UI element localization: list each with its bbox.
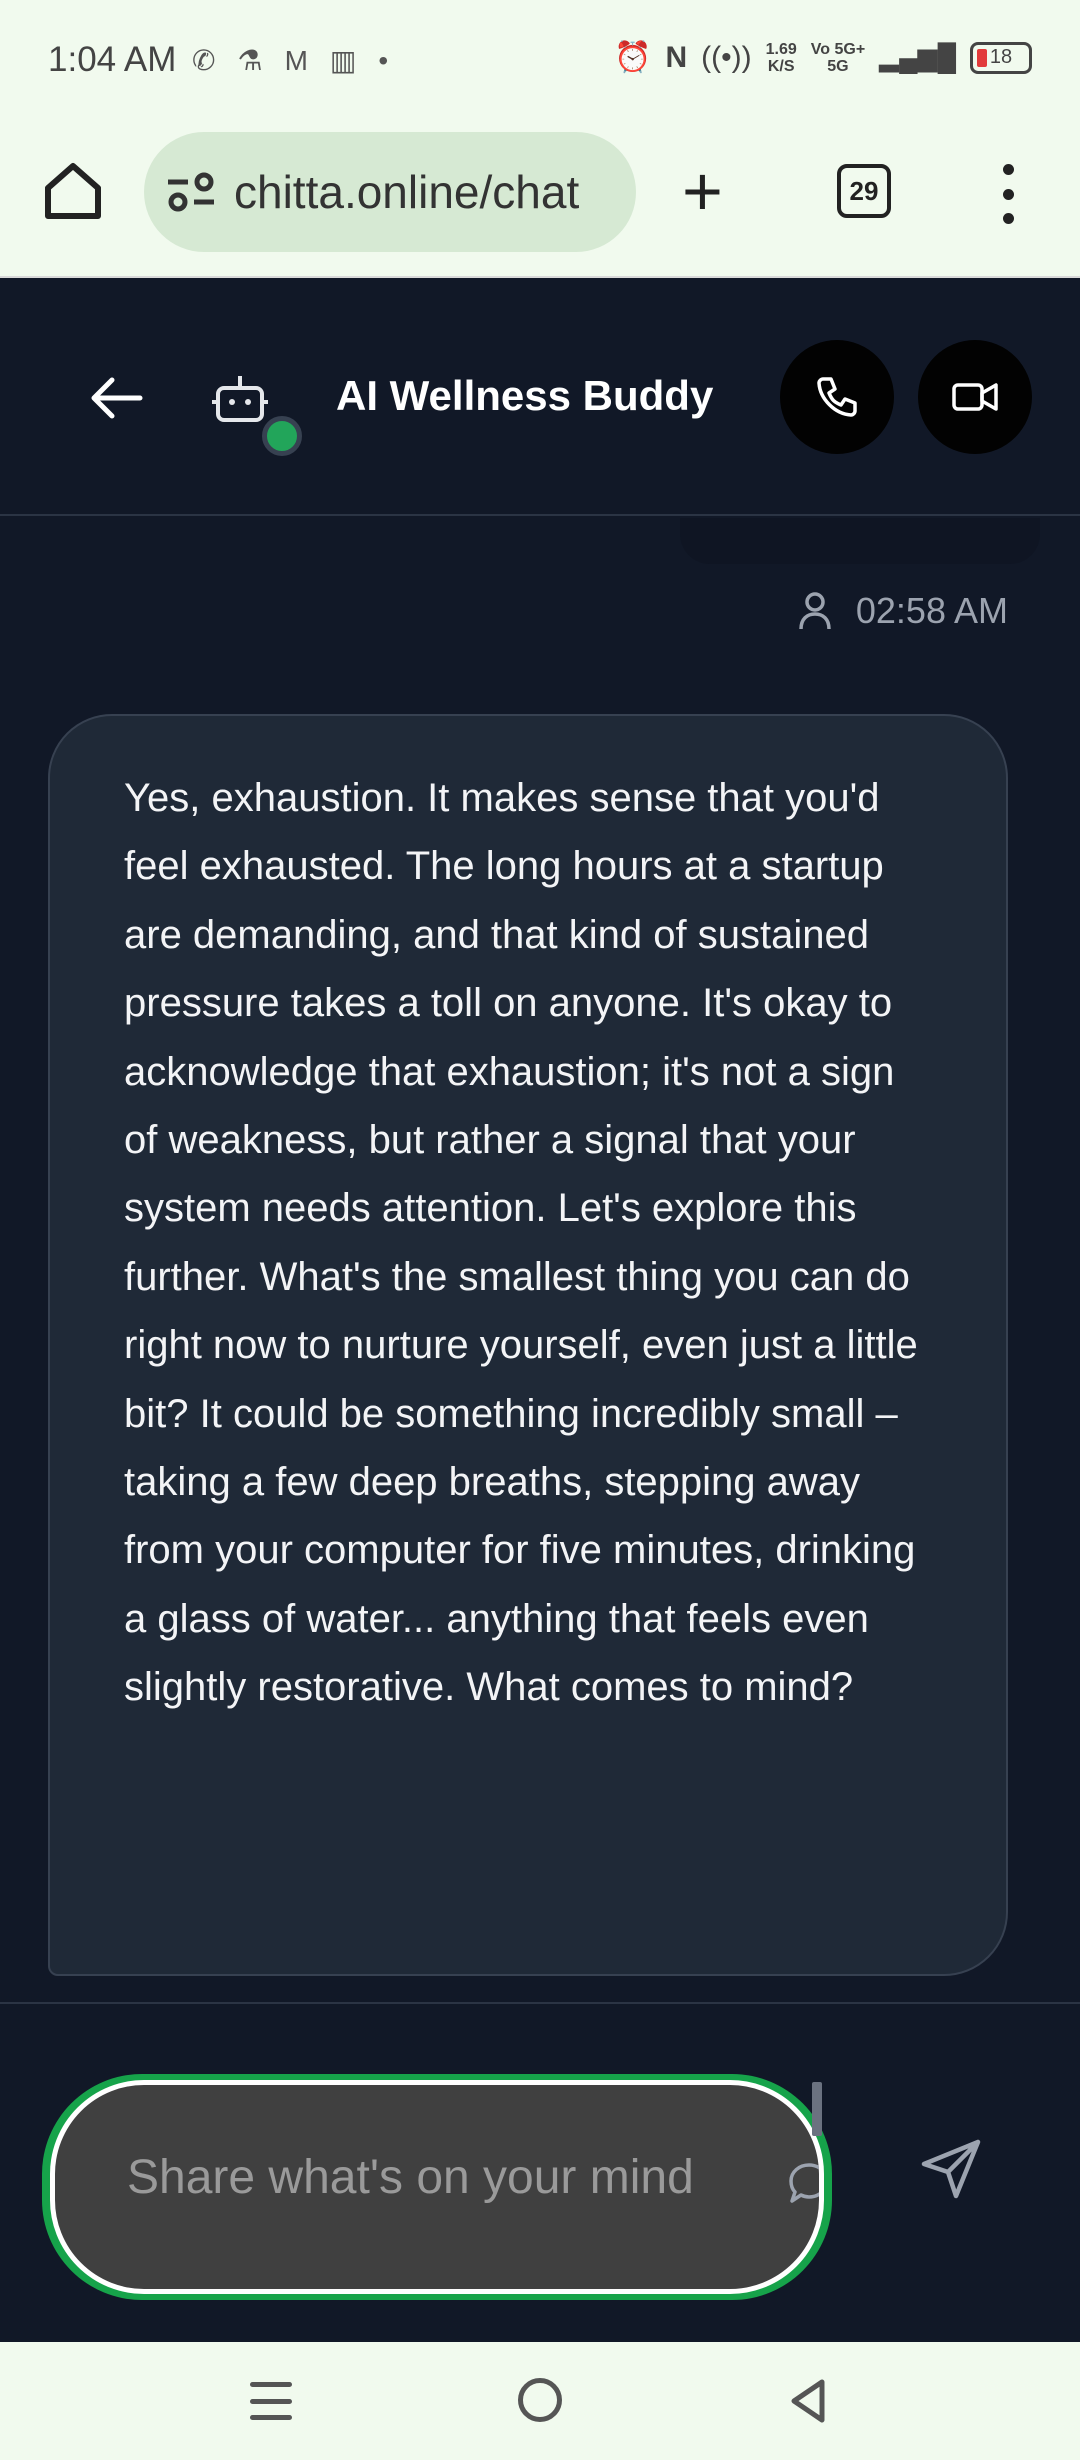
battery-icon: 18	[970, 41, 1032, 74]
browser-toolbar: chitta.online/chat + 29	[0, 122, 1080, 278]
voice-call-button[interactable]	[780, 340, 894, 454]
message-timestamp: 02:58 AM	[855, 590, 1008, 631]
assistant-message-text: Yes, exhaustion. It makes sense that you…	[124, 776, 918, 1710]
video-call-button[interactable]	[918, 340, 1032, 454]
assistant-message-bubble: Yes, exhaustion. It makes sense that you…	[48, 714, 1008, 1976]
alarm-icon: ⏰	[614, 41, 652, 74]
home-icon	[45, 163, 101, 219]
system-back-button[interactable]	[788, 2378, 828, 2429]
chart-app-icon: ▥	[329, 45, 357, 76]
gmail-icon: M	[284, 44, 308, 76]
flask-icon: ⚗	[237, 45, 263, 76]
robot-icon	[212, 376, 268, 422]
whatsapp-icon: ✆	[192, 45, 216, 76]
video-camera-icon	[952, 383, 998, 411]
system-status-icons: ⏰ N ((•)) 1.69 K/S Vo 5G+ 5G ▂▄▆█ 18	[614, 40, 1032, 75]
system-home-button[interactable]	[518, 2378, 562, 2422]
more-dot-icon: •	[378, 44, 389, 76]
composer: Share what's on your mind	[0, 2002, 1080, 2342]
net-speed: 1.69 K/S	[765, 40, 797, 75]
recent-apps-line	[250, 2398, 292, 2404]
message-meta: 02:58 AM	[798, 590, 1008, 632]
chat-header: AI Wellness Buddy	[0, 280, 1080, 516]
speech-bubble-icon	[789, 2163, 819, 2203]
arrow-left-icon	[91, 377, 143, 419]
send-button[interactable]	[918, 2136, 984, 2207]
recent-apps-line	[250, 2382, 292, 2387]
network-type: Vo 5G+ 5G	[810, 40, 866, 75]
phone-icon	[817, 377, 857, 417]
signal-icon: ▂▄▆█	[879, 42, 956, 72]
address-bar[interactable]: chitta.online/chat	[144, 132, 636, 252]
triangle-back-icon	[791, 2379, 825, 2423]
system-navigation-bar	[0, 2342, 1080, 2460]
menu-dot	[1002, 164, 1014, 175]
user-icon	[799, 592, 831, 630]
nfc-icon: N	[665, 40, 688, 74]
hotspot-icon: ((•))	[701, 40, 752, 74]
browser-menu-button[interactable]	[994, 164, 1022, 224]
new-tab-button[interactable]: +	[682, 156, 723, 226]
previous-message-edge	[680, 518, 1040, 564]
recent-apps-line	[250, 2415, 292, 2420]
status-bar: 1:04 AM ✆ ⚗ M ▥ • ⏰ N ((•)) 1.69 K/S Vo …	[0, 0, 1080, 122]
message-input[interactable]: Share what's on your mind	[50, 2080, 824, 2294]
tab-switcher-button[interactable]: 29	[837, 164, 891, 218]
recent-apps-button[interactable]	[250, 2382, 292, 2420]
online-status-dot	[262, 416, 302, 456]
status-time: 1:04 AM	[48, 40, 177, 79]
site-settings-icon[interactable]	[166, 172, 216, 212]
send-icon	[921, 2139, 981, 2199]
menu-dot	[1002, 188, 1014, 200]
chat-messages[interactable]: 02:58 AM Yes, exhaustion. It makes sense…	[0, 518, 1080, 2002]
message-input-placeholder: Share what's on your mind	[127, 2151, 694, 2204]
input-scrollbar[interactable]	[812, 2082, 822, 2136]
home-button[interactable]	[40, 158, 106, 224]
url-text: chitta.online/chat	[234, 166, 580, 218]
notification-icons: ✆ ⚗ M ▥ •	[192, 44, 388, 77]
menu-dot	[1002, 213, 1014, 224]
back-button[interactable]	[86, 368, 146, 433]
chat-title: AI Wellness Buddy	[336, 372, 714, 419]
bot-avatar	[210, 368, 270, 428]
